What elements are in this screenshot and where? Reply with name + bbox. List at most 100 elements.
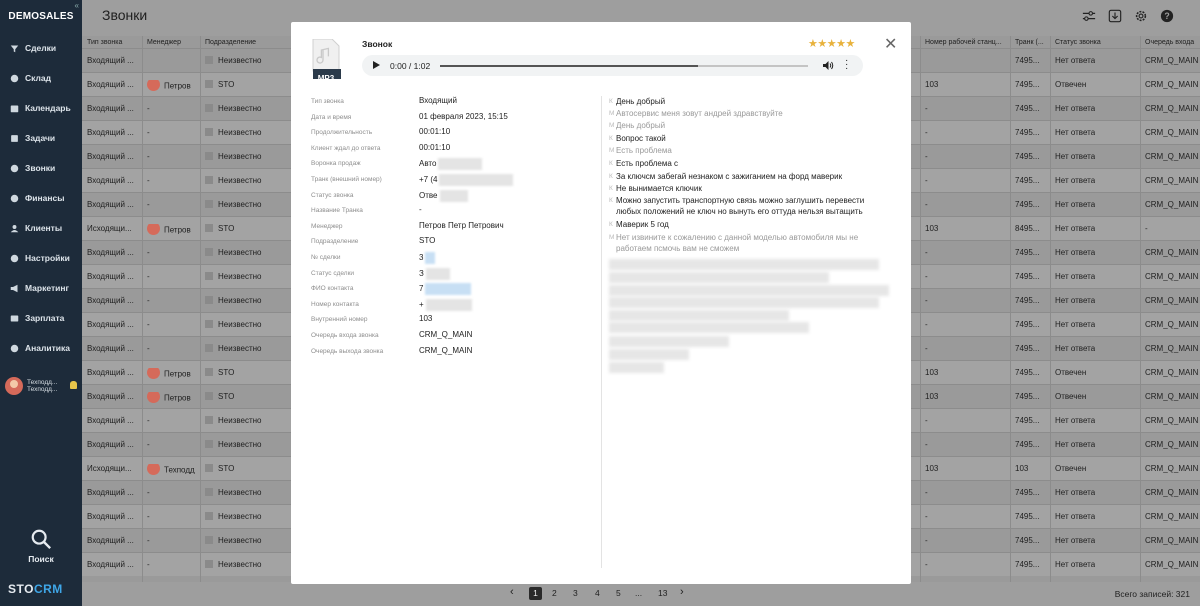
station-number: 103: [925, 224, 939, 233]
help-icon[interactable]: ?: [1159, 8, 1174, 23]
download-icon[interactable]: [1107, 8, 1122, 23]
sidebar-item-1[interactable]: Сделки: [0, 37, 82, 59]
sidebar-item-7[interactable]: Клиенты: [0, 217, 82, 239]
page-button[interactable]: 1: [529, 587, 542, 600]
call-type: Входящий ...: [87, 320, 134, 329]
info-value: Авто: [419, 158, 483, 171]
next-page-button[interactable]: ›: [680, 586, 684, 598]
department: Неизвестно: [218, 176, 262, 185]
brand-name: DEMOSALES: [8, 10, 74, 22]
station-number: -: [925, 104, 928, 113]
column-header[interactable]: Номер рабочей станц...: [925, 39, 1002, 46]
manager-cell: Техподд: [147, 464, 199, 477]
call-type: Входящий ...: [87, 344, 134, 353]
column-header[interactable]: Менеджер: [147, 39, 181, 46]
modal-title: Звонок: [362, 39, 393, 49]
manager-cell: Петров: [147, 392, 199, 405]
page-button[interactable]: 13: [658, 588, 667, 598]
info-value: 3: [419, 252, 436, 264]
sidebar-item-10[interactable]: Зарплата: [0, 307, 82, 329]
info-value-text: 103: [419, 314, 433, 324]
info-value-text: +: [419, 299, 424, 309]
info-value-text: -: [419, 205, 422, 215]
info-label: Очередь выхода звонка: [311, 347, 384, 355]
trunk: 7495...: [1015, 320, 1040, 329]
page-button[interactable]: 3: [573, 588, 578, 598]
collapse-sidebar-icon[interactable]: «: [75, 1, 79, 10]
play-icon[interactable]: [373, 61, 380, 69]
info-row: ФИО контакта 7: [311, 283, 601, 298]
trunk: 7495...: [1015, 248, 1040, 257]
gear-icon[interactable]: [1133, 8, 1148, 23]
call-type: Исходящи...: [87, 464, 132, 473]
page-button[interactable]: 4: [595, 588, 600, 598]
info-label: Подразделение: [311, 238, 359, 246]
manager-name: -: [147, 536, 150, 545]
transcript-text: Есть проблема с: [616, 159, 679, 168]
info-label: Продолжительность: [311, 129, 373, 137]
department: Неизвестно: [218, 248, 262, 257]
column-header[interactable]: Транк (...: [1015, 39, 1044, 46]
info-value-text: 01 февраля 2023, 15:15: [419, 111, 508, 121]
department-cell: Неизвестно: [205, 512, 285, 521]
user-profile[interactable]: Техподд... Техподд...: [0, 374, 82, 398]
manager-name: -: [147, 200, 150, 209]
column-header[interactable]: Подразделение: [205, 39, 256, 46]
filter-sliders-icon[interactable]: [1081, 8, 1096, 23]
column-header[interactable]: Очередь входа: [1145, 39, 1194, 46]
page-button[interactable]: 2: [552, 588, 557, 598]
document-icon: [205, 512, 213, 521]
prev-page-button[interactable]: ‹: [510, 586, 514, 598]
manager-name: -: [147, 296, 150, 305]
transcript-line: М День добрый: [609, 120, 879, 131]
document-icon: [205, 200, 213, 209]
entry-queue: CRM_Q_MAIN: [1145, 560, 1199, 569]
department: Неизвестно: [218, 296, 262, 305]
document-icon: [205, 464, 213, 473]
sidebar-item-label: Звонки: [25, 163, 56, 173]
trunk: 7495...: [1015, 512, 1040, 521]
info-row: Подразделение STO: [311, 236, 601, 251]
avatar: [147, 392, 160, 403]
player-seek-bar[interactable]: [440, 65, 808, 67]
sidebar-item-3[interactable]: Календарь: [0, 97, 82, 119]
wallet-icon: [9, 313, 20, 324]
document-icon: [205, 80, 213, 89]
rating-stars[interactable]: ★★★★★: [808, 37, 855, 50]
volume-icon[interactable]: [822, 60, 834, 71]
info-value-text: 00:01:10: [419, 142, 451, 152]
manager-name: -: [147, 272, 150, 281]
call-status: Нет ответа: [1055, 248, 1096, 257]
column-header[interactable]: Тип звонка: [87, 39, 122, 46]
more-options-icon[interactable]: · · ·: [845, 56, 848, 74]
info-value: CRM_Q_MAIN: [419, 330, 472, 339]
info-label: Менеджер: [311, 222, 343, 230]
department-cell: Неизвестно: [205, 416, 285, 425]
close-icon[interactable]: ✕: [884, 34, 897, 54]
station-number: -: [925, 152, 928, 161]
bell-icon[interactable]: [70, 381, 77, 389]
sidebar-item-4[interactable]: Задачи: [0, 127, 82, 149]
info-value: 103: [419, 314, 432, 323]
sidebar-item-6[interactable]: Финансы: [0, 187, 82, 209]
department: Неизвестно: [218, 416, 262, 425]
sidebar-item-9[interactable]: Маркетинг: [0, 277, 82, 299]
entry-queue: CRM_Q_MAIN: [1145, 104, 1199, 113]
sidebar-item-11[interactable]: Аналитика: [0, 337, 82, 359]
manager-name: Петров: [164, 369, 191, 379]
entry-queue: CRM_Q_MAIN: [1145, 392, 1199, 401]
sidebar-item-5[interactable]: Звонки: [0, 157, 82, 179]
search-button[interactable]: Поиск: [0, 528, 82, 564]
column-header[interactable]: Статус звонка: [1055, 39, 1101, 46]
manager-cell: -: [147, 248, 199, 257]
station-number: -: [925, 416, 928, 425]
sidebar-item-8[interactable]: Настройки: [0, 247, 82, 269]
call-type: Входящий ...: [87, 296, 134, 305]
department: Неизвестно: [218, 320, 262, 329]
pagination-ellipsis: ...: [635, 588, 643, 598]
sidebar-item-2[interactable]: Склад: [0, 67, 82, 89]
document-icon: [205, 536, 213, 545]
entry-queue: CRM_Q_MAIN: [1145, 368, 1199, 377]
transcript-line: М Нет извините к сожалению с данной модел…: [609, 232, 879, 254]
page-button[interactable]: 5: [616, 588, 621, 598]
